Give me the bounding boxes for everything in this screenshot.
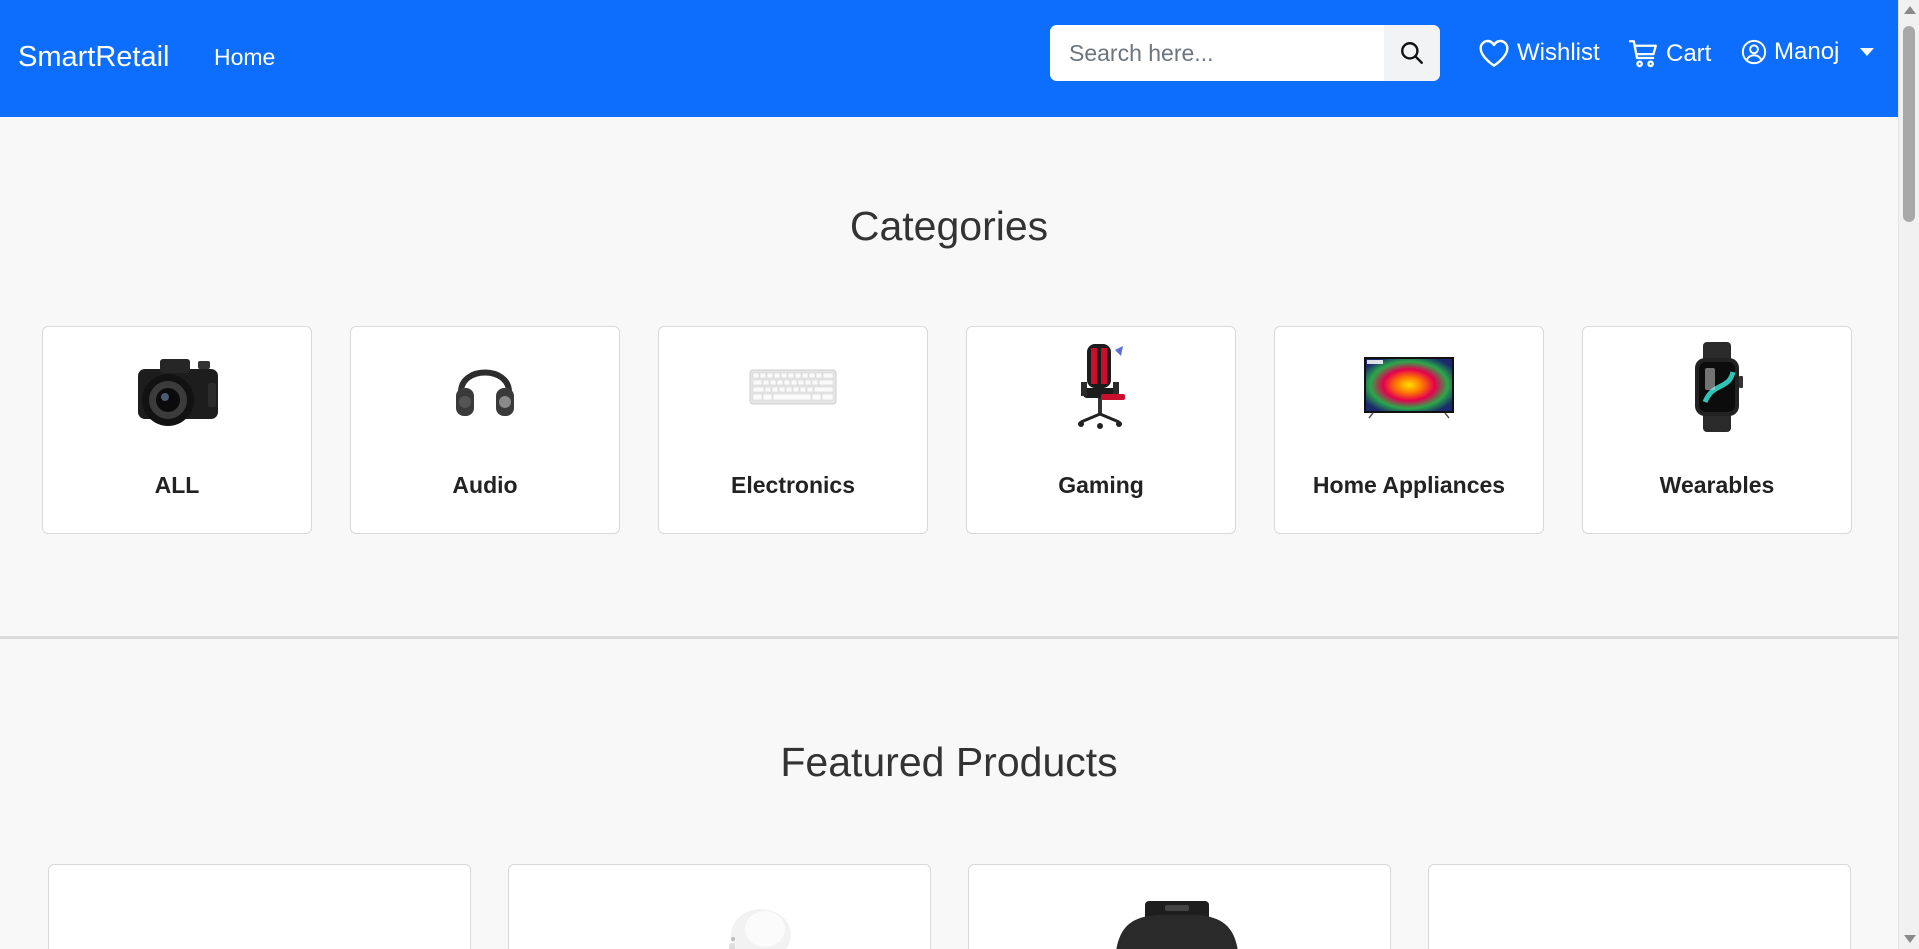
scroll-down-arrow-icon[interactable] [1904,935,1916,943]
headphones-image [456,369,514,416]
page: SmartRetail Home Wishlist Cart [0,0,1898,949]
user-menu-toggle[interactable]: Manoj [1741,38,1875,66]
heart-icon [1479,39,1509,67]
section-divider [0,636,1898,639]
category-label: Electronics [731,472,855,498]
wishlist-label: Wishlist [1517,39,1600,66]
product-card[interactable] [508,864,931,949]
search-button[interactable] [1384,25,1440,81]
product-card[interactable] [48,864,471,949]
category-card-all[interactable]: ALL [42,326,312,534]
search-icon [1401,42,1423,64]
navbar: SmartRetail Home Wishlist Cart [0,0,1898,117]
category-label: Home Appliances [1312,472,1506,498]
smartwatch-image [1695,342,1743,432]
product-card[interactable] [968,864,1391,949]
search-bar [1050,25,1440,81]
category-card-wearables[interactable]: Wearables [1582,326,1852,534]
category-label: Gaming [1058,472,1144,498]
brand-logo[interactable]: SmartRetail [18,41,170,74]
featured-products-title: Featured Products [780,739,1118,785]
category-card-gaming[interactable]: Gaming [966,326,1236,534]
scroll-up-arrow-icon[interactable] [1904,6,1916,14]
smartwatch-image [1116,901,1238,949]
search-input[interactable] [1050,25,1384,81]
category-card-electronics[interactable]: Electronics [658,326,928,534]
category-label: ALL [154,472,200,498]
keyboard-image [749,369,837,405]
cart-label: Cart [1666,39,1712,67]
camera-image [138,359,218,426]
product-card[interactable] [1428,864,1851,949]
wishlist-link[interactable]: Wishlist [1478,38,1600,68]
category-card-audio[interactable]: Audio [350,326,620,534]
chevron-down-icon [1860,48,1875,56]
category-label: Audio [452,472,518,498]
cart-icon [1628,40,1657,68]
scrollbar-thumb[interactable] [1903,26,1915,222]
category-card-home-appliances[interactable]: Home Appliances [1274,326,1544,534]
nav-home-link[interactable]: Home [214,44,275,71]
cart-link[interactable]: Cart [1628,38,1711,69]
vertical-scrollbar[interactable] [1898,0,1919,949]
category-label: Wearables [1659,472,1775,498]
earbuds-image [729,909,791,949]
gaming-chair-image [1078,344,1125,429]
user-name: Manoj [1774,38,1840,65]
categories-title: Categories [849,203,1049,249]
user-circle-icon [1741,39,1767,65]
tv-image [1364,357,1454,419]
